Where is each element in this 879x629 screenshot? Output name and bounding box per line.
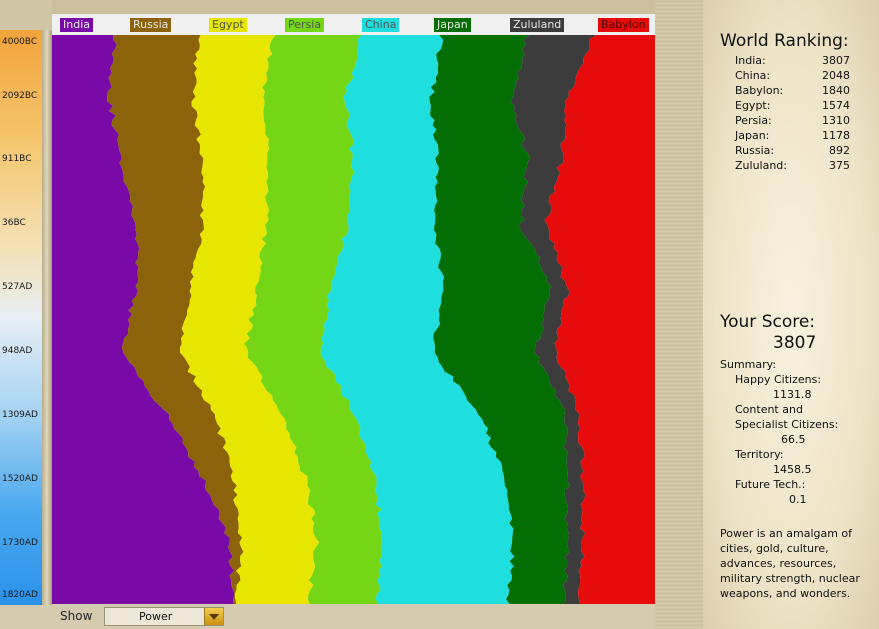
ranking-civ-name: Zululand:	[735, 159, 787, 172]
power-chart-svg	[52, 35, 655, 604]
timeline-tick: 2092BC	[2, 91, 38, 101]
score-title: Your Score:	[720, 312, 816, 332]
ranking-row: India: 3807	[735, 53, 850, 68]
legend-item: Russia	[130, 18, 172, 32]
timeline-tick: 911BC	[2, 154, 32, 164]
happy-value: 1131.8	[773, 388, 812, 401]
ranking-civ-score: 375	[829, 159, 850, 172]
ranking-civ-name: Egypt:	[735, 99, 771, 112]
timeline-tick: 1309AD	[2, 410, 38, 420]
ranking-row: Japan: 1178	[735, 128, 850, 143]
content-label-1: Content and	[735, 403, 803, 416]
timeline-tick: 948AD	[2, 346, 33, 356]
ranking-civ-score: 3807	[822, 54, 850, 67]
ranking-row: Zululand: 375	[735, 158, 850, 173]
ranking-row: China: 2048	[735, 68, 850, 83]
ranking-civ-score: 1310	[822, 114, 850, 127]
timeline-tick: 527AD	[2, 282, 33, 292]
summary-label: Summary:	[720, 358, 777, 371]
ranking-civ-score: 2048	[822, 69, 850, 82]
show-select-value: Power	[139, 610, 173, 623]
timeline-footer	[0, 605, 52, 629]
power-desc-1: Power is an amalgam of	[720, 527, 853, 540]
timeline-tick: 4000BC	[2, 37, 38, 47]
legend-item: Zululand	[510, 18, 565, 32]
ranking-civ-score: 892	[829, 144, 850, 157]
legend-item: Babylon	[598, 18, 649, 32]
content-value: 66.5	[781, 433, 806, 446]
power-desc-3: advances, resources,	[720, 557, 837, 570]
show-label: Show	[60, 609, 93, 623]
ranking-civ-score: 1178	[822, 129, 850, 142]
timeline-tick: 1520AD	[2, 474, 38, 484]
timeline-tick: 1820AD	[2, 590, 38, 600]
ranking-civ-name: Persia:	[735, 114, 772, 127]
content-label-2: Specialist Citizens:	[735, 418, 839, 431]
timeline-border	[42, 30, 52, 605]
future-tech-label: Future Tech.:	[735, 478, 806, 491]
legend-item: India	[60, 18, 93, 32]
legend-item: Egypt	[209, 18, 247, 32]
future-tech-value: 0.1	[789, 493, 807, 506]
ranking-row: Egypt: 1574	[735, 98, 850, 113]
power-desc-5: weapons, and wonders.	[720, 587, 851, 600]
score-value: 3807	[773, 333, 817, 353]
territory-value: 1458.5	[773, 463, 812, 476]
ranking-civ-score: 1574	[822, 99, 850, 112]
info-panel: World Ranking: India: 3807 China: 2048 Babyl…	[703, 0, 879, 629]
ranking-civ-name: Russia:	[735, 144, 775, 157]
ranking-civ-name: Japan:	[735, 129, 770, 142]
ranking-civ-name: India:	[735, 54, 766, 67]
ranking-row: Persia: 1310	[735, 113, 850, 128]
ranking-civ-score: 1840	[822, 84, 850, 97]
territory-label: Territory:	[735, 448, 784, 461]
happy-label: Happy Citizens:	[735, 373, 822, 386]
ranking-row: Babylon: 1840	[735, 83, 850, 98]
timeline-header	[0, 0, 52, 30]
ranking-civ-name: China:	[735, 69, 771, 82]
bottom-bar: Show Power	[52, 604, 655, 629]
legend-item: Persia	[285, 18, 325, 32]
timeline-tick: 36BC	[2, 218, 26, 228]
ranking-title: World Ranking:	[720, 31, 849, 51]
legend-item: China	[362, 18, 400, 32]
ranking-civ-name: Babylon:	[735, 84, 784, 97]
timeline-tick: 1730AD	[2, 538, 38, 548]
ranking-row: Russia: 892	[735, 143, 850, 158]
power-desc-4: military strength, nuclear	[720, 572, 860, 585]
dropdown-arrow-icon[interactable]	[204, 608, 223, 625]
frame-divider	[655, 0, 703, 629]
power-desc-2: cities, gold, culture,	[720, 542, 829, 555]
timeline-axis: 4000BC 2092BC 911BC 36BC 527AD 948AD 1309AD 152…	[0, 30, 52, 605]
power-chart	[52, 14, 655, 604]
show-select[interactable]: Power	[104, 607, 224, 626]
legend-item: Japan	[434, 18, 471, 32]
